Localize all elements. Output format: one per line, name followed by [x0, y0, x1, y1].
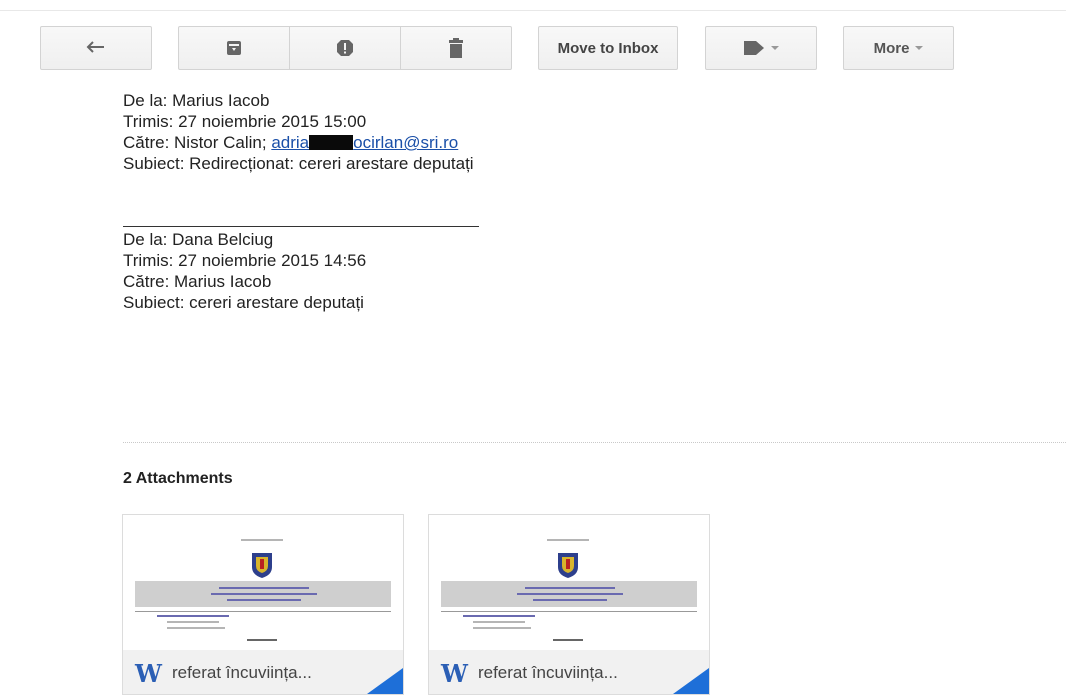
trash-icon — [449, 38, 463, 58]
toolbar: Move to Inbox More — [0, 26, 1066, 72]
attachments-title: 2 Attachments — [123, 470, 233, 487]
attachment-card[interactable]: W referat încuviința... — [122, 514, 404, 695]
archive-button[interactable] — [178, 26, 290, 70]
move-to-inbox-button[interactable]: Move to Inbox — [538, 26, 678, 70]
more-button[interactable]: More — [843, 26, 954, 70]
forwarded-header-1: De la: Marius Iacob Trimis: 27 noiembrie… — [123, 90, 474, 174]
chevron-down-icon — [771, 46, 779, 50]
to-line: Către: Nistor Calin; adria ocirlan@sri.ro — [123, 132, 474, 153]
back-button[interactable] — [40, 26, 152, 70]
label-tag-icon — [744, 41, 764, 55]
labels-button[interactable] — [705, 26, 817, 70]
attachments-divider — [123, 442, 1066, 443]
sent-line: Trimis: 27 noiembrie 2015 14:56 — [123, 251, 367, 270]
email-link-end: ocirlan@sri.ro — [353, 133, 459, 152]
report-spam-button[interactable] — [290, 26, 401, 70]
attachment-card[interactable]: W referat încuviința... — [428, 514, 710, 695]
attachment-name: referat încuviința... — [171, 663, 312, 682]
email-link[interactable]: adria ocirlan@sri.ro — [271, 133, 458, 152]
attachment-name: referat încuviința... — [477, 663, 618, 682]
redaction-box — [309, 135, 354, 150]
move-to-inbox-label: Move to Inbox — [557, 39, 659, 57]
corner-fold-icon — [367, 668, 403, 694]
subject-line: Subiect: cereri arestare deputați — [123, 293, 364, 312]
sent-line: Trimis: 27 noiembrie 2015 15:00 — [123, 112, 367, 131]
spam-icon — [337, 40, 353, 56]
email-link-start: adria — [271, 133, 310, 152]
to-line: Către: Marius Iacob — [123, 272, 272, 291]
from-line: De la: Marius Iacob — [123, 91, 270, 110]
to-prefix: Către: Nistor Calin; — [123, 133, 272, 152]
chevron-down-icon — [915, 46, 924, 50]
corner-fold-icon — [673, 668, 709, 694]
crest-icon — [558, 553, 578, 578]
word-doc-icon: W — [441, 658, 468, 688]
archive-icon — [227, 41, 241, 55]
attachment-footer: W referat încuviința... — [429, 650, 709, 694]
back-arrow-icon — [86, 41, 104, 53]
attachment-preview — [429, 515, 709, 650]
top-divider — [0, 10, 1066, 11]
attachment-preview — [123, 515, 403, 650]
delete-button[interactable] — [401, 26, 512, 70]
attachment-footer: W referat încuviința... — [123, 650, 403, 694]
more-label: More — [873, 39, 910, 57]
subject-line: Subiect: Redirecționat: cereri arestare … — [123, 154, 474, 173]
from-line: De la: Dana Belciug — [123, 230, 274, 249]
crest-icon — [252, 553, 272, 578]
separator-line — [123, 226, 479, 227]
email-view: Move to Inbox More De la: Marius Iacob T… — [0, 0, 1066, 695]
word-doc-icon: W — [135, 658, 162, 688]
forwarded-header-2: De la: Dana Belciug Trimis: 27 noiembrie… — [123, 229, 366, 313]
